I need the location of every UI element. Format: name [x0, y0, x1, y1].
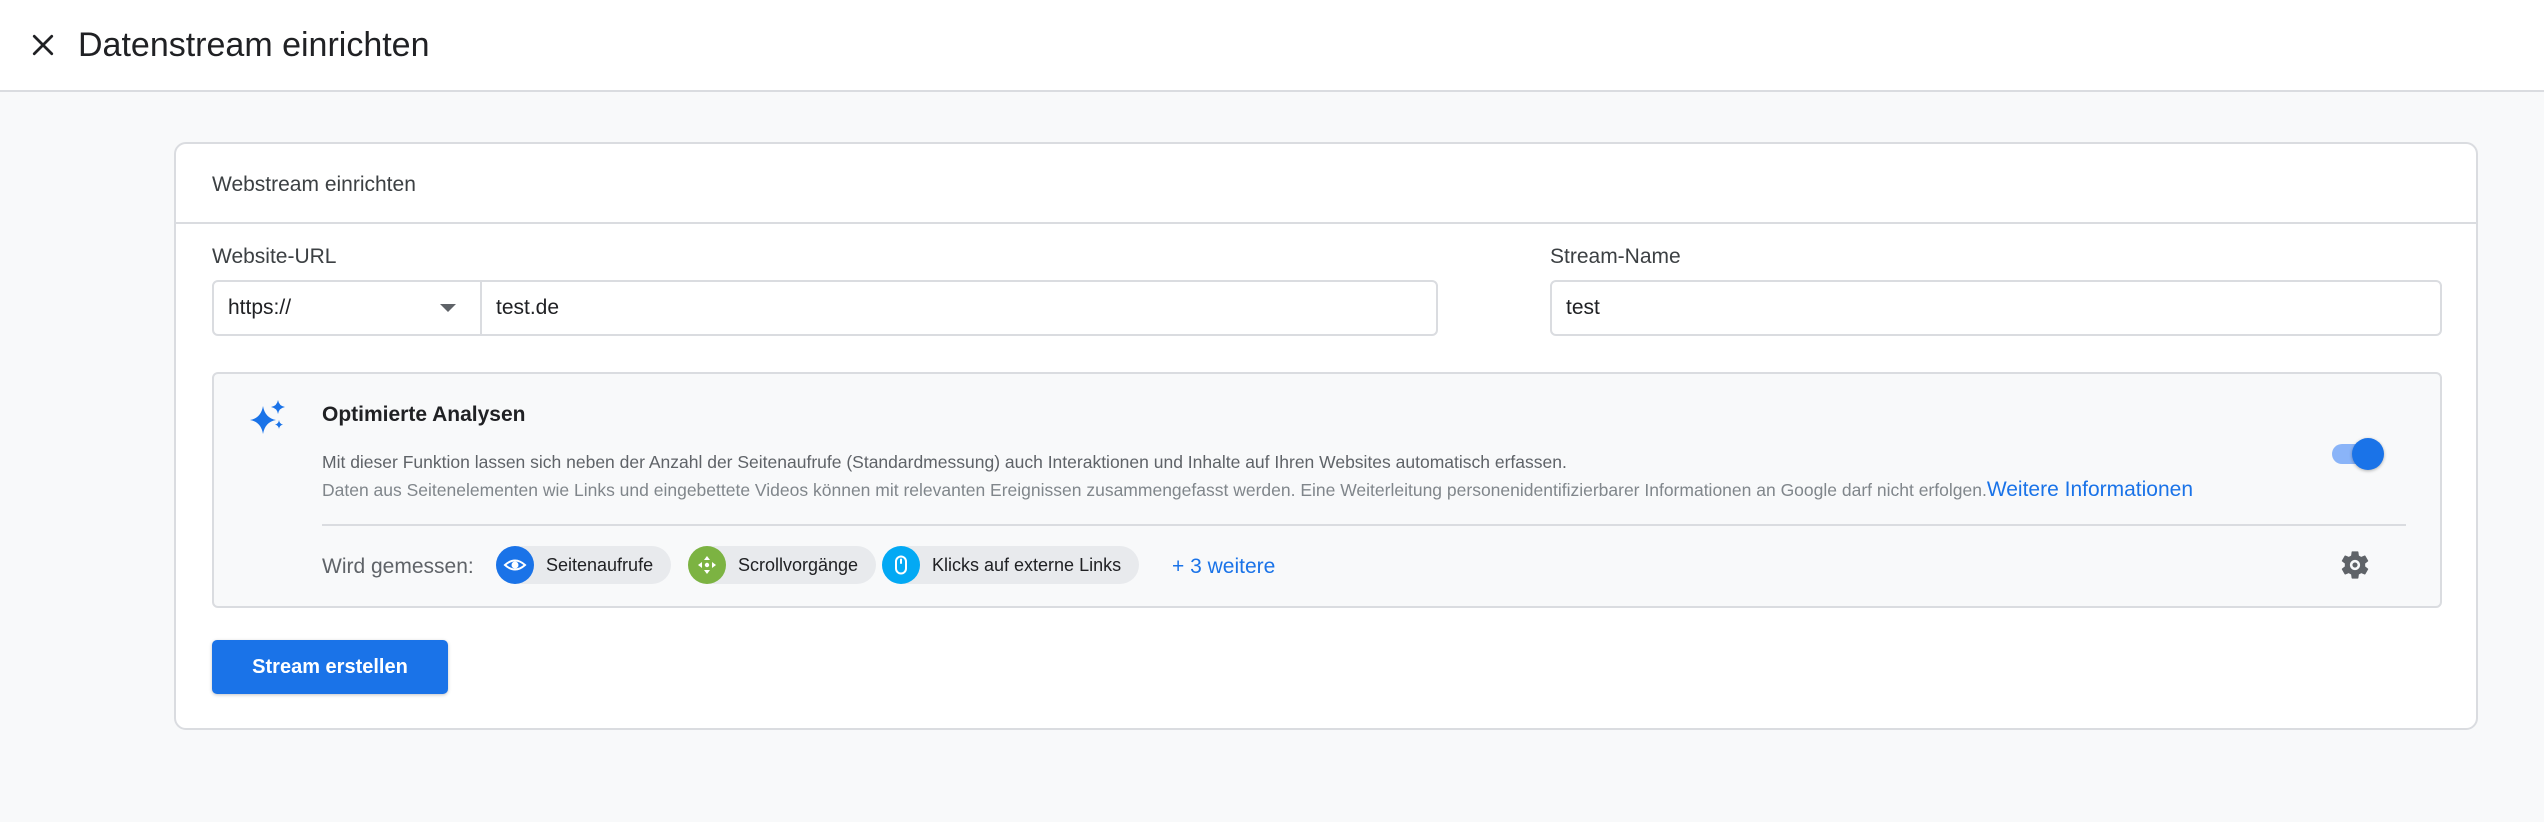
- enhanced-toggle[interactable]: [2328, 436, 2386, 472]
- scroll-icon: [688, 546, 726, 584]
- gear-icon: [2341, 551, 2369, 579]
- eye-icon: [496, 546, 534, 584]
- enhanced-title: Optimierte Analysen: [322, 403, 526, 426]
- chevron-down-icon: [440, 304, 456, 312]
- chip-scrolls: Scrollvorgänge: [688, 546, 877, 584]
- toggle-thumb: [2352, 438, 2384, 470]
- card-title: Webstream einrichten: [212, 173, 416, 196]
- create-stream-button[interactable]: Stream erstellen: [212, 640, 448, 694]
- panel-divider: [322, 524, 2406, 526]
- website-url-group: https://: [212, 280, 1438, 336]
- mouse-icon: [882, 546, 920, 584]
- more-info-link[interactable]: Weitere Informationen: [1987, 478, 2193, 501]
- stream-name-label: Stream-Name: [1550, 245, 1681, 268]
- enhanced-description-2-text: Daten aus Seitenelementen wie Links und …: [322, 480, 1987, 500]
- more-measurements-link[interactable]: + 3 weitere: [1172, 550, 1275, 584]
- protocol-value: https://: [228, 296, 292, 319]
- webstream-card: Webstream einrichten Website-URL https:/…: [174, 142, 2478, 730]
- chip-label: Scrollvorgänge: [738, 554, 859, 575]
- website-url-input[interactable]: [482, 282, 1436, 334]
- settings-button[interactable]: [2336, 546, 2374, 584]
- card-divider: [176, 222, 2476, 224]
- stream-name-group: [1550, 280, 2442, 336]
- close-button[interactable]: [20, 22, 66, 68]
- sparkle-icon: [250, 400, 285, 434]
- website-url-label: Website-URL: [212, 245, 337, 268]
- enhanced-measurement-panel: Optimierte Analysen Mit dieser Funktion …: [212, 372, 2442, 608]
- chip-label: Klicks auf externe Links: [932, 554, 1122, 575]
- page-header: Datenstream einrichten: [0, 0, 2544, 92]
- close-icon: [32, 34, 54, 56]
- chip-outbound-clicks: Klicks auf externe Links: [882, 546, 1140, 584]
- protocol-select[interactable]: https://: [214, 282, 482, 334]
- chip-label: Seitenaufrufe: [546, 554, 654, 575]
- enhanced-description-2: Daten aus Seitenelementen wie Links und …: [322, 476, 2193, 504]
- stream-name-input[interactable]: [1552, 282, 2440, 334]
- page-title: Datenstream einrichten: [78, 26, 430, 64]
- measured-label: Wird gemessen:: [322, 555, 474, 578]
- enhanced-description-1: Mit dieser Funktion lassen sich neben de…: [322, 452, 1567, 472]
- chip-page-views: Seitenaufrufe: [496, 546, 672, 584]
